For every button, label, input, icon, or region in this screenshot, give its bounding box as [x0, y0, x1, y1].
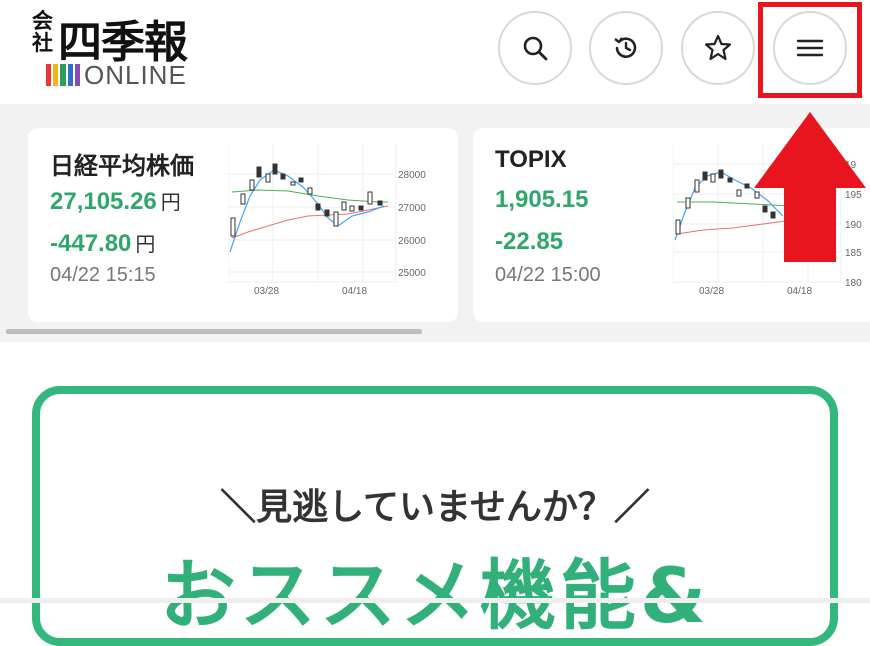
logo-color-bars — [46, 64, 81, 86]
y-tick-label: 27000 — [398, 203, 426, 214]
index-name: TOPIX — [495, 146, 567, 173]
index-timestamp: 04/22 15:00 — [495, 264, 601, 286]
index-price-value: 27,105.26 — [50, 188, 157, 215]
search-button[interactable] — [498, 11, 572, 85]
header: 会社 四季報 ONLINE — [0, 0, 870, 104]
promo-banner[interactable]: ＼見逃していませんか？／ おススメ機能& — [32, 386, 838, 646]
market-index-strip[interactable]: 日経平均株価 27,105.26円 -447.80円 04/22 15:15 — [0, 104, 870, 342]
x-tick-label: 04/18 — [342, 286, 367, 296]
index-change: -447.80 円 — [50, 228, 155, 258]
index-price: 27,105.26 円 — [50, 186, 181, 216]
bottom-edge — [0, 598, 870, 603]
y-tick-label: 180 — [845, 278, 862, 289]
index-timestamp: 04/22 15:15 — [50, 264, 156, 286]
horizontal-scrollbar[interactable] — [6, 329, 422, 334]
index-card-nikkei[interactable]: 日経平均株価 27,105.26円 -447.80円 04/22 15:15 — [28, 128, 458, 322]
change-unit: 円 — [135, 234, 156, 256]
x-tick-label: 03/28 — [699, 286, 724, 296]
history-button[interactable] — [589, 11, 663, 85]
favorite-button[interactable] — [681, 11, 755, 85]
annotation-highlight-box — [758, 2, 862, 98]
annotation-arrow-icon — [754, 112, 866, 262]
logo-bar — [53, 64, 59, 86]
y-tick-label: 26000 — [398, 236, 426, 247]
x-tick-label: 03/28 — [254, 286, 279, 296]
site-logo[interactable]: 会社 四季報 ONLINE — [30, 8, 230, 92]
index-name: 日経平均株価 — [50, 153, 194, 180]
index-price: 1,905.15 — [495, 186, 588, 214]
logo-company-mark: 会社 — [32, 8, 53, 55]
logo-bar — [46, 64, 52, 86]
search-icon — [523, 36, 548, 61]
promo-headline: おススメ機能& — [159, 551, 711, 640]
nikkei-mini-chart: 28000 27000 26000 25000 03/28 04/18 — [228, 144, 426, 296]
index-change: -22.85 — [495, 228, 563, 256]
x-tick-label: 04/18 — [787, 286, 812, 296]
logo-online-text: ONLINE — [84, 60, 187, 90]
logo-bar — [67, 64, 73, 86]
index-price-value: 1,905.15 — [495, 186, 589, 213]
index-change-value: -22.85 — [495, 228, 564, 255]
y-tick-label: 28000 — [398, 170, 426, 181]
logo-bar — [74, 64, 81, 86]
star-icon — [704, 34, 732, 61]
index-change-value: -447.80 — [50, 230, 132, 257]
y-tick-label: 25000 — [398, 268, 426, 279]
history-icon — [614, 37, 637, 58]
price-unit: 円 — [160, 192, 181, 214]
logo-bar — [60, 64, 66, 86]
promo-subheading: ＼見逃していませんか？／ — [220, 487, 650, 528]
